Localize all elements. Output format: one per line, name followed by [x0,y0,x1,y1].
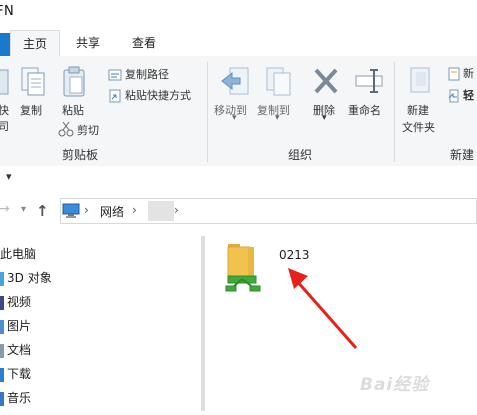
redacted-computer-name[interactable] [148,201,174,221]
delete-dropdown-icon[interactable]: ▾ [322,113,327,123]
paste-icon[interactable] [61,66,87,102]
recent-locations-icon[interactable]: ▾ [21,204,26,215]
new-folder-button-line2[interactable]: 文件夹 [402,119,435,135]
new-group-label: 新建 [450,148,475,162]
up-arrow-icon[interactable]: ↑ [36,202,49,220]
breadcrumb-network[interactable]: 网络 [100,203,124,220]
nav-item-label: 3D 对象 [7,271,52,285]
nav-item-videos[interactable]: 视频 [0,290,31,314]
annotation-arrow-icon [282,262,362,358]
copy-path-button[interactable]: 复制路径 [125,66,169,82]
network-computer-icon [62,203,80,223]
qat-dropdown-icon[interactable]: ▾ [6,170,12,183]
nav-item-documents[interactable]: 文档 [0,338,31,362]
tab-share[interactable]: 共享 [68,30,108,56]
nav-item-this-pc[interactable]: 此电脑 [0,242,36,266]
easy-access-button[interactable]: 轻 [463,87,474,103]
breadcrumb-separator[interactable]: › [174,203,179,217]
window-title: FN [0,4,15,19]
music-folder-icon [0,391,4,406]
nav-item-label: 图片 [7,319,32,333]
pin-quick-access-label-2[interactable]: 司 [0,118,9,134]
paste-button[interactable]: 粘贴 [62,102,84,118]
nav-item-3d-objects[interactable]: 3D 对象 [0,266,52,290]
cut-button[interactable]: 剪切 [77,122,99,138]
organize-group-label: 组织 [288,148,313,162]
rename-button[interactable]: 重命名 [348,102,381,118]
navigation-pane-scrollbar[interactable] [201,236,205,411]
clipboard-group-label: 剪贴板 [62,148,99,162]
nav-item-label: 视频 [7,295,32,309]
tab-view[interactable]: 查看 [124,30,164,56]
delete-x-icon[interactable] [312,66,340,100]
move-to-icon[interactable] [220,65,250,103]
downloads-folder-icon [0,367,4,382]
documents-folder-icon [0,343,4,358]
copy-to-dropdown-icon[interactable]: ▾ [275,113,280,123]
nav-item-downloads[interactable]: 下载 [0,362,31,386]
new-item-icon [447,66,461,85]
pictures-folder-icon [0,319,4,334]
new-folder-button-line1[interactable]: 新建 [407,102,429,118]
scissors-icon [58,121,74,141]
video-folder-icon [0,295,4,310]
nav-item-label: 此电脑 [0,247,37,261]
paste-shortcut-button[interactable]: 粘贴快捷方式 [125,87,191,103]
copy-path-icon [108,67,122,86]
nav-item-music[interactable]: 音乐 [0,386,31,410]
rename-icon[interactable] [354,66,384,100]
paste-shortcut-icon [108,88,122,107]
quick-access-row [0,166,477,191]
new-item-button[interactable]: 新 [463,65,474,81]
breadcrumb-separator[interactable]: › [84,203,89,217]
folder-name[interactable]: 0213 [279,248,310,262]
tab-file[interactable] [0,33,10,56]
tab-home[interactable]: 主页 [10,30,60,56]
watermark: Bai经验 [360,375,430,395]
move-to-button[interactable]: 移动到 [214,102,247,118]
nav-item-label: 下载 [7,367,32,381]
pin-quick-access-label[interactable]: 快 [0,102,9,118]
copy-to-button[interactable]: 复制到 [257,102,290,118]
move-to-dropdown-icon[interactable]: ▾ [232,113,237,123]
easy-access-icon [447,88,461,107]
3d-objects-icon [0,271,4,286]
forward-arrow-icon[interactable]: → [0,201,10,217]
ribbon-separator [207,62,208,162]
copy-to-icon[interactable] [263,65,293,103]
ribbon-separator [394,62,395,162]
copy-button[interactable]: 复制 [20,102,42,118]
shared-folder-icon[interactable] [224,238,268,298]
nav-item-pictures[interactable]: 图片 [0,314,31,338]
nav-item-label: 文档 [7,343,32,357]
pin-quick-access-icon [0,68,10,100]
new-folder-icon[interactable] [408,66,434,100]
title-bar [0,0,477,30]
breadcrumb-separator[interactable]: › [132,203,137,217]
nav-item-label: 音乐 [7,391,32,405]
copy-icon[interactable] [20,66,46,102]
